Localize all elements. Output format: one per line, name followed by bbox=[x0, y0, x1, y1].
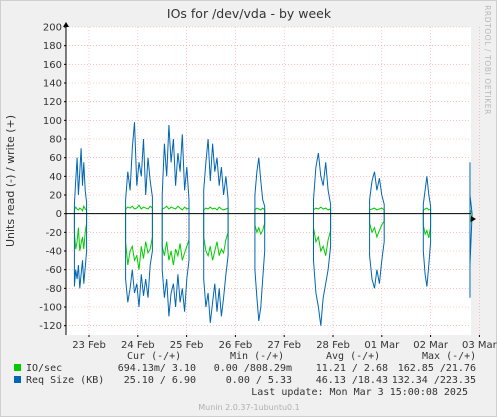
x-axis-ticks: 23 Feb 24 Feb 25 Feb 26 Feb 27 Feb 28 Feb 01 M… bbox=[72, 335, 497, 351]
legend-max-io: 162.85 /21.76 bbox=[398, 363, 476, 374]
y-tick-label: 40 bbox=[49, 172, 62, 183]
x-tick-label: 25 Feb bbox=[170, 340, 204, 351]
x-tick-label: 28 Feb bbox=[316, 340, 350, 351]
y-tick-label: 0 bbox=[56, 209, 62, 220]
x-tick-label: 27 Feb bbox=[267, 340, 301, 351]
legend-swatch-io bbox=[14, 364, 21, 371]
y-tick-label: 100 bbox=[43, 116, 62, 127]
y-tick-label: -100 bbox=[39, 303, 62, 314]
series-line-down bbox=[469, 213, 473, 298]
rrdtool-watermark: RRDTOOL / TOBI OETIKER bbox=[483, 5, 492, 115]
legend-avg-io: 11.21 / 2.68 bbox=[316, 363, 388, 374]
y-tick-label: 120 bbox=[43, 97, 62, 108]
legend-min-req: 0.00 / 5.33 bbox=[226, 375, 292, 386]
x-axis-arrow bbox=[471, 216, 476, 222]
legend-name-io: IO/sec bbox=[26, 363, 62, 374]
x-tick-label: 23 Feb bbox=[72, 340, 106, 351]
y-tick-label: -60 bbox=[46, 265, 62, 276]
y-tick-label: 200 bbox=[43, 23, 62, 34]
legend-header-min: Min (-/+) bbox=[230, 351, 284, 362]
y-tick-label: -20 bbox=[46, 228, 62, 239]
series-line-up bbox=[469, 162, 473, 214]
legend-header-max: Max (-/+) bbox=[422, 351, 476, 362]
x-tick-label: 02 Mar bbox=[413, 340, 449, 351]
io-chart: IOs for /dev/vda - by week Units read (-… bbox=[4, 5, 497, 412]
y-axis-ticks: -120 -100 -80 -60 -40 -20 0 20 40 60 80 100 120 140 16… bbox=[39, 23, 66, 332]
legend-avg-req: 46.13 /18.43 bbox=[316, 375, 388, 386]
y-tick-label: 140 bbox=[43, 79, 62, 90]
y-tick-label: -120 bbox=[39, 321, 62, 332]
legend-name-req: Req Size (KB) bbox=[26, 375, 104, 386]
x-tick-label: 03 Mar bbox=[462, 340, 497, 351]
legend-min-io: 0.00 /808.29m bbox=[214, 363, 292, 374]
x-tick-label: 01 Mar bbox=[364, 340, 400, 351]
y-tick-label: 20 bbox=[49, 191, 62, 202]
y-axis-arrow bbox=[63, 22, 69, 27]
legend-header-avg: Avg (-/+) bbox=[326, 351, 380, 362]
munin-version: Munin 2.0.37-1ubuntu0.1 bbox=[198, 403, 300, 412]
legend-header-cur: Cur (-/+) bbox=[127, 351, 181, 362]
legend-cur-req: 25.10 / 6.90 bbox=[124, 375, 196, 386]
x-tick-label: 24 Feb bbox=[121, 340, 155, 351]
y-axis-label: Units read (-) / write (+) bbox=[4, 115, 17, 247]
last-update: Last update: Mon Mar 3 15:00:08 2025 bbox=[251, 387, 468, 398]
legend-cur-io: 694.13m/ 3.10 bbox=[118, 363, 196, 374]
y-tick-label: -80 bbox=[46, 284, 62, 295]
y-tick-label: 80 bbox=[49, 135, 62, 146]
y-tick-label: -40 bbox=[46, 247, 62, 258]
y-tick-label: 180 bbox=[43, 41, 62, 52]
chart-title: IOs for /dev/vda - by week bbox=[167, 6, 332, 21]
y-tick-label: 60 bbox=[49, 153, 62, 164]
legend-max-req: 132.34 /223.35 bbox=[392, 375, 476, 386]
legend-swatch-req bbox=[14, 376, 21, 383]
y-tick-label: 160 bbox=[43, 60, 62, 71]
x-tick-label: 26 Feb bbox=[219, 340, 253, 351]
